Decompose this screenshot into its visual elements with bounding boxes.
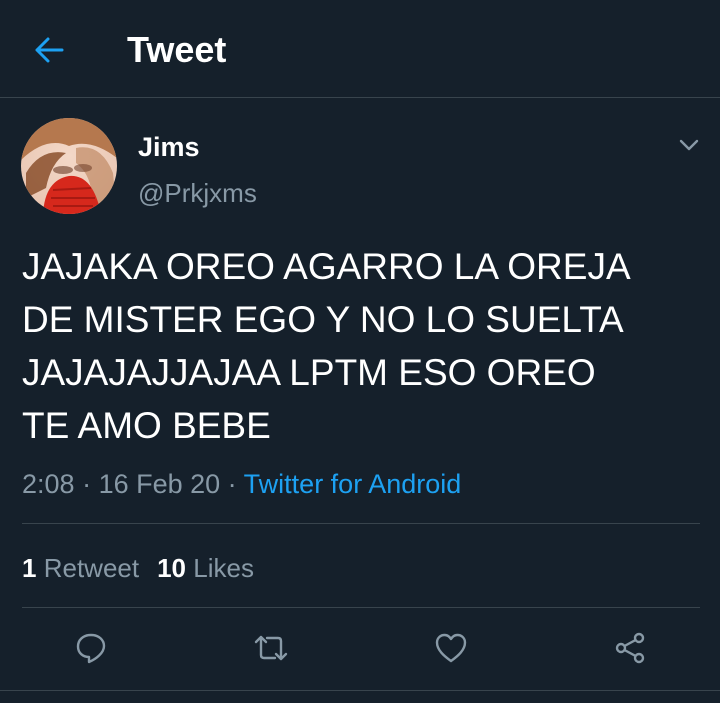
- retweet-icon: [254, 635, 288, 661]
- like-icon: [435, 633, 467, 663]
- page-title: Tweet: [127, 29, 227, 70]
- retweets-count: 1: [22, 553, 37, 583]
- retweets-label: Retweet: [43, 553, 140, 583]
- top-bar: Tweet: [0, 0, 720, 98]
- avatar-photo: [21, 118, 117, 214]
- divider: [22, 607, 700, 608]
- tweet-text-line: JAJAKA OREO AGARRO LA OREJA: [22, 246, 631, 287]
- retweet-button[interactable]: [253, 630, 289, 666]
- more-options-button[interactable]: [676, 132, 702, 158]
- avatar[interactable]: [21, 118, 117, 214]
- likes-stat[interactable]: 10 Likes: [157, 553, 254, 583]
- back-button[interactable]: [30, 31, 68, 69]
- tweet-text-line: JAJAJAJJAJAA LPTM ESO OREO: [22, 352, 596, 393]
- tweet-text-line: DE MISTER EGO Y NO LO SUELTA: [22, 299, 624, 340]
- tweet-time: 2:08: [22, 469, 75, 499]
- share-icon: [615, 632, 645, 664]
- like-button[interactable]: [433, 630, 469, 666]
- tweet-text-line: TE AMO BEBE: [22, 405, 271, 446]
- meta-separator: ·: [220, 469, 244, 499]
- author-display-name[interactable]: Jims: [138, 130, 200, 164]
- divider: [22, 523, 700, 524]
- tweet-date: 16 Feb 20: [98, 469, 221, 499]
- divider: [0, 690, 720, 691]
- reply-icon: [76, 633, 106, 664]
- tweet-text: JAJAKA OREO AGARRO LA OREJA DE MISTER EG…: [22, 240, 702, 452]
- share-button[interactable]: [612, 630, 648, 666]
- chevron-down-icon: [679, 139, 699, 151]
- likes-label: Likes: [193, 553, 254, 583]
- tweet-meta: 2:08 · 16 Feb 20 · Twitter for Android: [22, 465, 461, 503]
- tweet-stats: 1 Retweet 10 Likes: [22, 550, 254, 586]
- meta-separator: ·: [74, 469, 99, 499]
- retweets-stat[interactable]: 1 Retweet: [22, 553, 139, 583]
- arrow-left-icon: [35, 37, 64, 63]
- tweet-source-link[interactable]: Twitter for Android: [244, 469, 462, 499]
- reply-button[interactable]: [73, 630, 109, 666]
- author-handle[interactable]: @Prkjxms: [138, 176, 257, 210]
- likes-count: 10: [157, 553, 187, 583]
